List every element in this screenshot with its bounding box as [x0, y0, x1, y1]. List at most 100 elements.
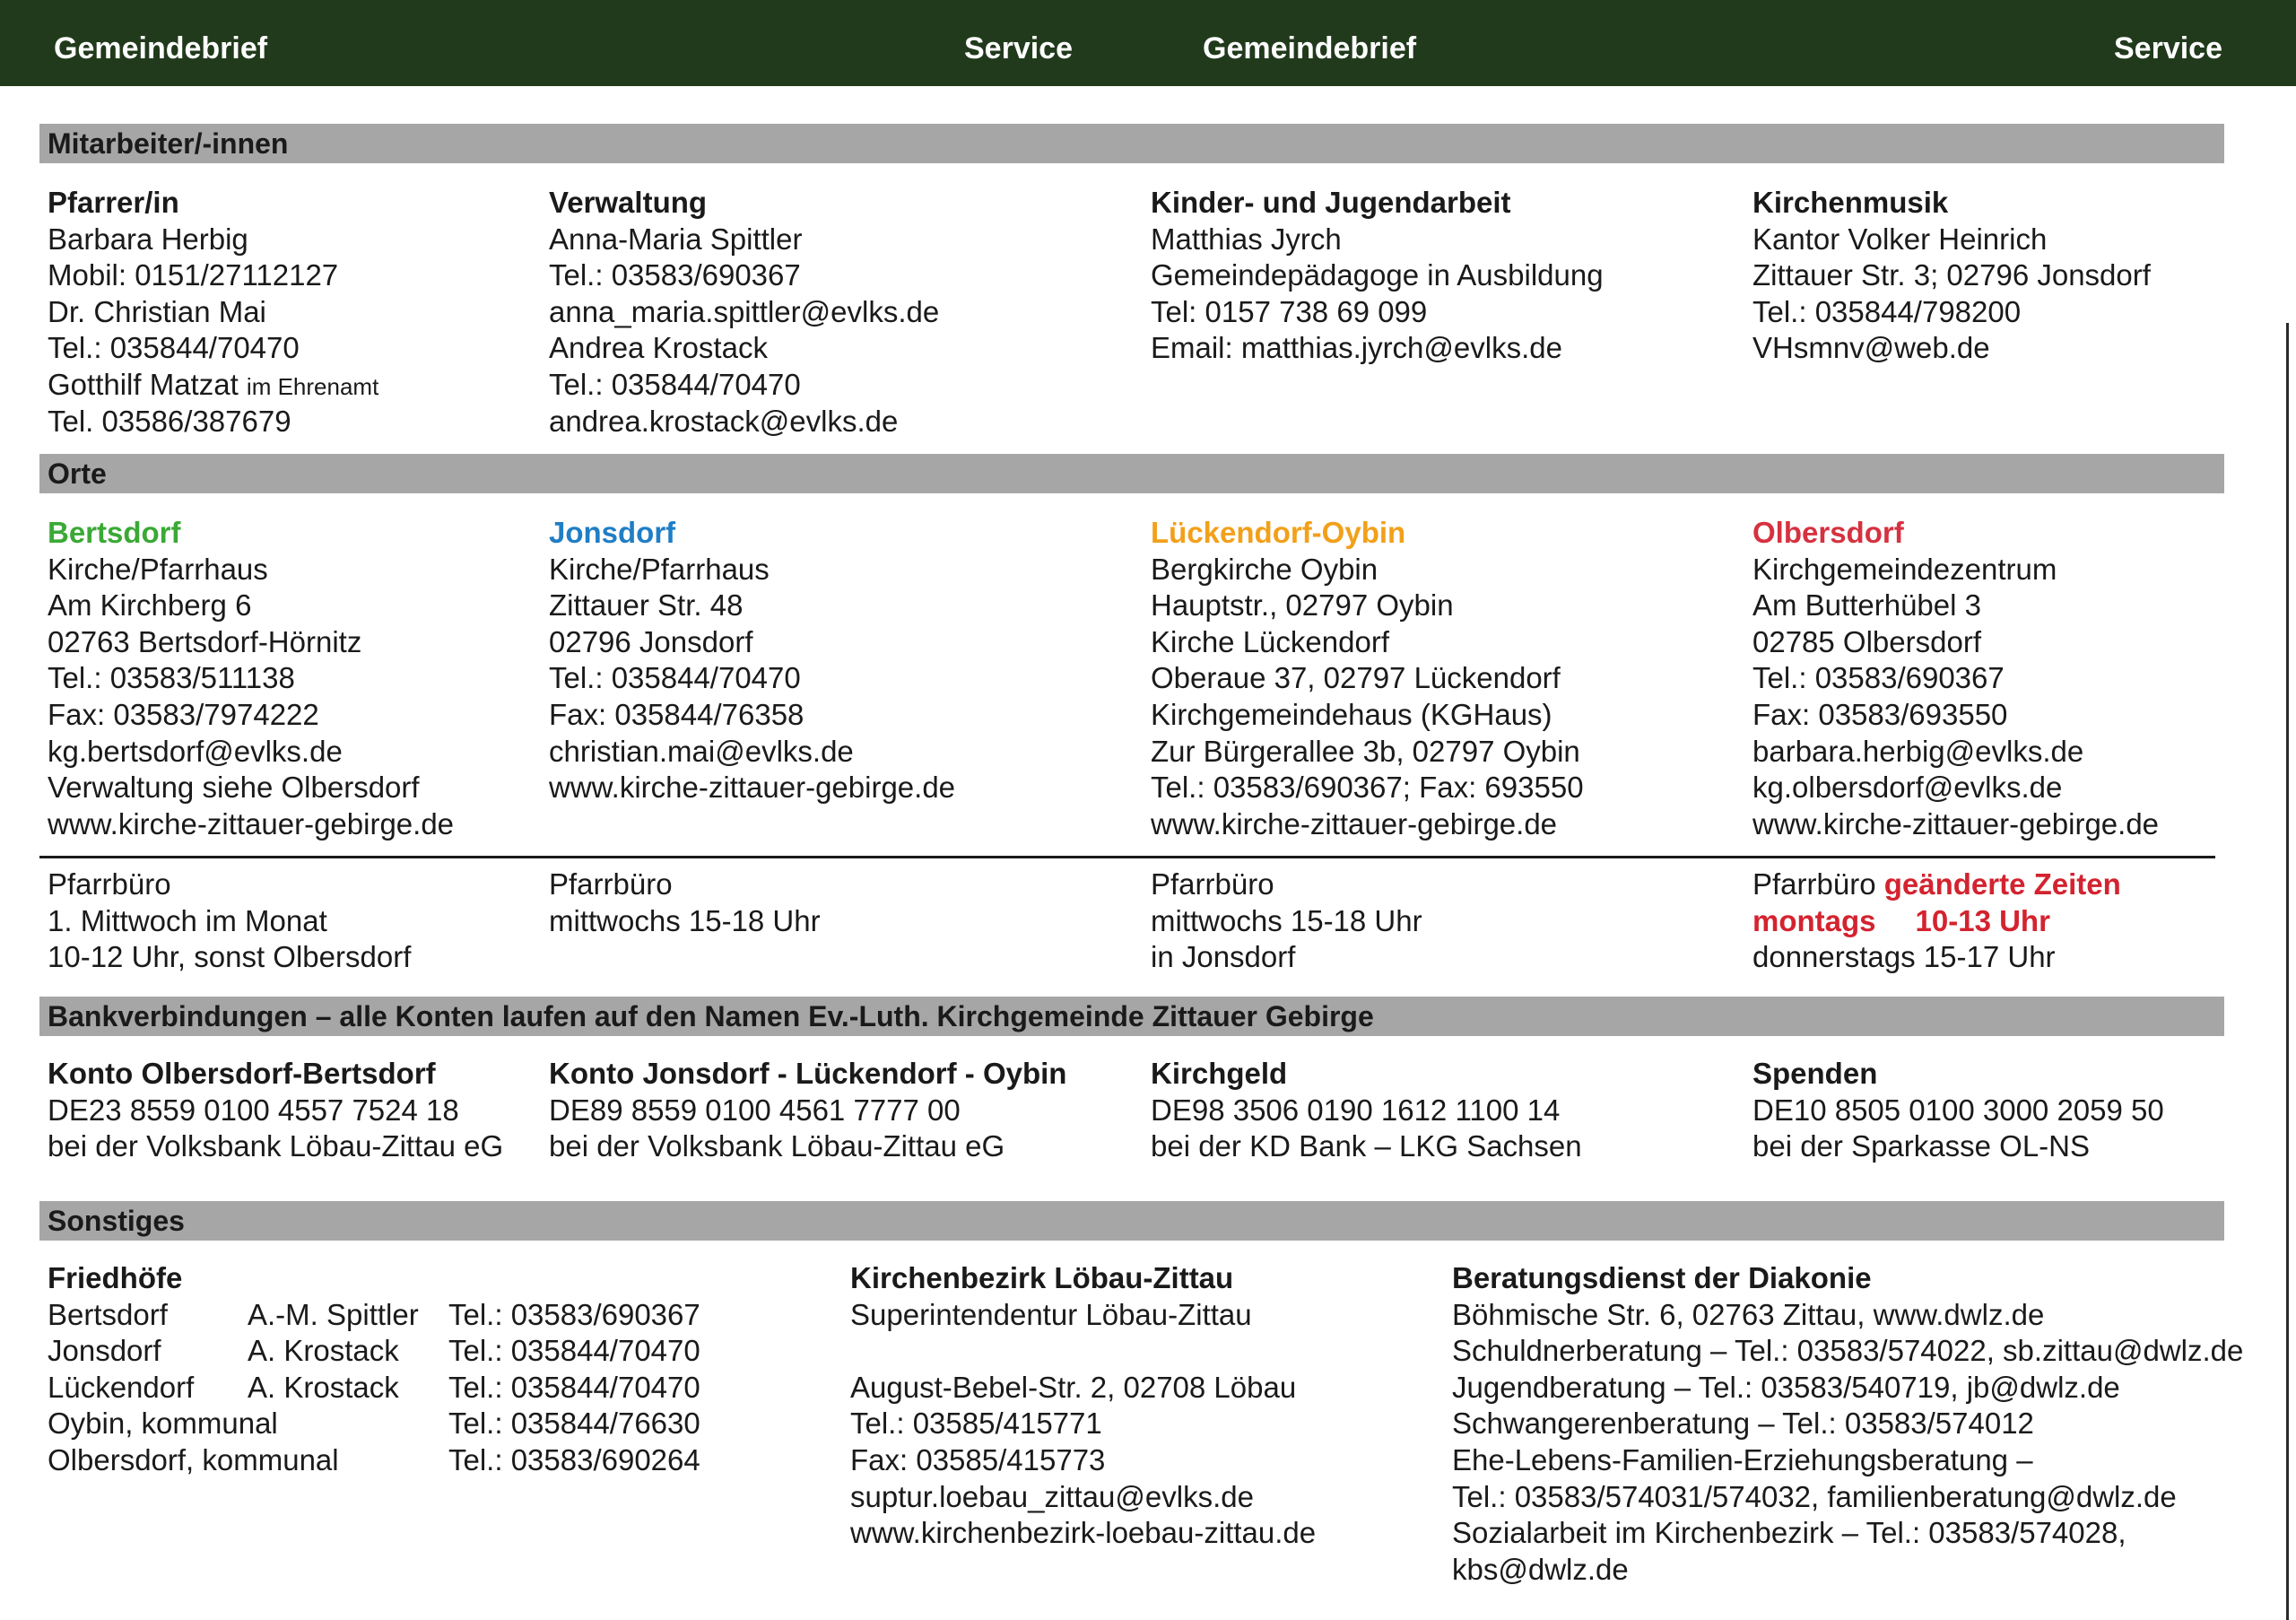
district-line: suptur.loebau_zittau@evlks.de	[850, 1479, 1254, 1513]
place-line: Am Kirchberg 6	[48, 588, 252, 623]
staff-youth-heading: Kinder- und Jugendarbeit	[1151, 186, 1511, 219]
cemetery-phone: Tel.: 035844/70470	[448, 1370, 700, 1404]
staff-line: andrea.krostack@evlks.de	[549, 404, 899, 438]
staff-youth-block: Kinder- und Jugendarbeit Matthias Jyrch …	[1151, 185, 1604, 367]
place-line: 02796 Jonsdorf	[549, 624, 753, 658]
diakonie-line: Böhmische Str. 6, 02763 Zittau, www.dwlz…	[1452, 1297, 2045, 1331]
office-line: mittwochs 15-18 Uhr	[1151, 903, 1422, 937]
place-line: Kirche/Pfarrhaus	[48, 552, 268, 586]
place-line: Tel.: 03583/690367; Fax: 693550	[1151, 771, 1584, 805]
place-line: Oberaue 37, 02797 Lückendorf	[1151, 661, 1561, 695]
staff-pastor-heading: Pfarrer/in	[48, 186, 179, 219]
office-changed-note: geänderte Zeiten	[1883, 867, 2121, 901]
honorary-name: Gotthilf Matzat	[48, 367, 239, 401]
staff-line: Tel.: 035844/70470	[48, 331, 300, 365]
office-time: 10-13 Uhr	[1915, 903, 2050, 937]
bank-name: bei der KD Bank – LKG Sachsen	[1151, 1129, 1582, 1163]
place-line: www.kirche-zittauer-gebirge.de	[1151, 806, 1558, 840]
staff-line: Matthias Jyrch	[1151, 222, 1342, 256]
diakonie-line: Jugendberatung – Tel.: 03583/540719, jb@…	[1452, 1370, 2120, 1404]
district-heading: Kirchenbezirk Löbau-Zittau	[850, 1261, 1234, 1294]
cemetery-place: Olbersdorf, kommunal	[48, 1442, 339, 1476]
district-line: August-Bebel-Str. 2, 02708 Löbau	[850, 1370, 1297, 1404]
cemetery-phone: Tel.: 03583/690367	[448, 1297, 700, 1331]
staff-line: Anna-Maria Spittler	[549, 222, 803, 256]
staff-line: Kantor Volker Heinrich	[1752, 222, 2048, 256]
district-line: Fax: 03585/415773	[850, 1442, 1106, 1476]
office-line: 1. Mittwoch im Monat	[48, 903, 327, 937]
place-line: Fax: 03583/693550	[1752, 697, 2008, 731]
place-line: christian.mai@evlks.de	[549, 734, 854, 768]
cemetery-place: Lückendorf	[48, 1370, 195, 1404]
place-line: Am Butterhübel 3	[1752, 588, 1981, 623]
place-name-lueckendorf: Lückendorf-Oybin	[1151, 516, 1406, 549]
place-line: 02763 Bertsdorf-Hörnitz	[48, 624, 362, 658]
office-line: 10-12 Uhr, sonst Olbersdorf	[48, 940, 412, 974]
place-jonsdorf-block: Jonsdorf Kirche/Pfarrhaus Zittauer Str. …	[549, 515, 955, 806]
staff-line: Mobil: 0151/27112127	[48, 258, 339, 292]
staff-line: Tel. 03586/387679	[48, 404, 291, 438]
office-jonsdorf-block: Pfarrbüro mittwochs 15-18 Uhr	[549, 867, 821, 939]
office-olbersdorf-block: Pfarrbüro geänderte Zeiten montags 10-13 …	[1752, 867, 2121, 976]
cemetery-row: Bertsdorf A.-M. Spittler Tel.: 03583/690…	[48, 1297, 765, 1334]
section-header-misc: Sonstiges	[39, 1201, 2224, 1241]
office-label: Pfarrbüro	[1752, 867, 1876, 901]
bank-iban: DE10 8505 0100 3000 2059 50	[1752, 1093, 2164, 1127]
place-bertsdorf-block: Bertsdorf Kirche/Pfarrhaus Am Kirchberg …	[48, 515, 454, 842]
diakonie-line: Sozialarbeit im Kirchenbezirk – Tel.: 03…	[1452, 1516, 2126, 1550]
place-line: Kirche Lückendorf	[1151, 624, 1389, 658]
office-line: Pfarrbüro geänderte Zeiten	[1752, 867, 2121, 903]
header-title-right: Gemeindebrief	[1203, 31, 1417, 65]
place-name-olbersdorf: Olbersdorf	[1752, 516, 1904, 549]
place-line: Kirche/Pfarrhaus	[549, 552, 770, 586]
office-bertsdorf-block: Pfarrbüro 1. Mittwoch im Monat 10-12 Uhr…	[48, 867, 411, 976]
place-olbersdorf-block: Olbersdorf Kirchgemeindezentrum Am Butte…	[1752, 515, 2159, 842]
place-line: Kirchgemeindezentrum	[1752, 552, 2057, 586]
district-spacer	[850, 1333, 1316, 1370]
staff-admin-block: Verwaltung Anna-Maria Spittler Tel.: 035…	[549, 185, 939, 440]
bank-iban: DE23 8559 0100 4557 7524 18	[48, 1093, 459, 1127]
bank-name: bei der Sparkasse OL-NS	[1752, 1129, 2091, 1163]
staff-pastor-block: Pfarrer/in Barbara Herbig Mobil: 0151/27…	[48, 185, 378, 440]
cemetery-contact: A. Krostack	[248, 1334, 399, 1368]
header-bar: Gemeindebrief Service Gemeindebrief Serv…	[0, 0, 2296, 86]
staff-line: Andrea Krostack	[549, 331, 768, 365]
diakonie-block: Beratungsdienst der Diakonie Böhmische S…	[1452, 1260, 2243, 1588]
cemetery-place: Bertsdorf	[48, 1297, 168, 1331]
bank-iban: DE98 3506 0190 1612 1100 14	[1151, 1093, 1561, 1127]
office-line: donnerstags 15-17 Uhr	[1752, 940, 2056, 974]
district-block: Kirchenbezirk Löbau-Zittau Superintenden…	[850, 1260, 1316, 1552]
section-header-places: Orte	[39, 454, 2224, 493]
cemetery-contact: A.-M. Spittler	[248, 1297, 419, 1331]
cemetery-phone: Tel.: 035844/76630	[448, 1407, 700, 1441]
place-line: Tel.: 03583/690367	[1752, 661, 2005, 695]
cemetery-row: Lückendorf A. Krostack Tel.: 035844/7047…	[48, 1370, 765, 1407]
header-section-left: Service	[964, 31, 1073, 65]
cemetery-row: Olbersdorf, kommunal Tel.: 03583/690264	[48, 1442, 765, 1479]
honorary-note: im Ehrenamt	[246, 372, 379, 400]
place-line: kg.olbersdorf@evlks.de	[1752, 771, 2063, 805]
bank-name: bei der Volksbank Löbau-Zittau eG	[48, 1129, 504, 1163]
staff-admin-heading: Verwaltung	[549, 186, 708, 219]
staff-line: Tel.: 03583/690367	[549, 258, 801, 292]
cemeteries-heading: Friedhöfe	[48, 1261, 183, 1294]
section-title-bank: Bankverbindungen – alle Konten laufen au…	[48, 1000, 1374, 1032]
staff-line: Zittauer Str. 3; 02796 Jonsdorf	[1752, 258, 2151, 292]
diakonie-line: kbs@dwlz.de	[1452, 1552, 1629, 1586]
bank-jlo-block: Konto Jonsdorf - Lückendorf - Oybin DE89…	[549, 1056, 1066, 1165]
district-line: Superintendentur Löbau-Zittau	[850, 1297, 1252, 1331]
places-divider	[39, 856, 2215, 858]
cemetery-row: Oybin, kommunal Tel.: 035844/76630	[48, 1406, 765, 1442]
staff-line: VHsmnv@web.de	[1752, 331, 1990, 365]
cemetery-contact: A. Krostack	[248, 1370, 399, 1404]
bank-heading: Konto Jonsdorf - Lückendorf - Oybin	[549, 1057, 1067, 1090]
staff-line: Tel.: 035844/70470	[549, 367, 801, 401]
place-line: barbara.herbig@evlks.de	[1752, 734, 2084, 768]
place-line: Tel.: 035844/70470	[549, 661, 801, 695]
office-line: montags 10-13 Uhr	[1752, 903, 2121, 940]
office-line: Pfarrbüro	[549, 867, 673, 901]
office-line: Pfarrbüro	[1151, 867, 1274, 901]
staff-line: anna_maria.spittler@evlks.de	[549, 294, 940, 328]
bank-iban: DE89 8559 0100 4561 7777 00	[549, 1093, 961, 1127]
place-line: www.kirche-zittauer-gebirge.de	[549, 771, 956, 805]
